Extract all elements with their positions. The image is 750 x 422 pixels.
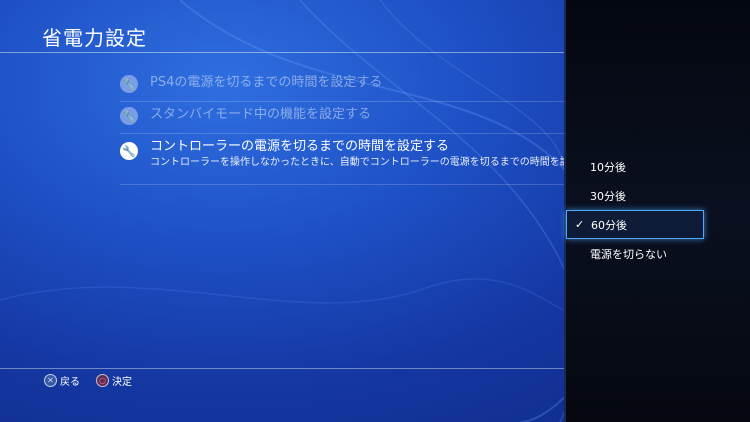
menu-item-description: コントローラーを操作しなかったときに、自動でコントローラーの電源を切るまでの時間… <box>150 157 600 168</box>
menu-item-label: コントローラーの電源を切るまでの時間を設定する <box>150 139 450 154</box>
options-panel: 10分後 30分後 ✓ 60分後 電源を切らない <box>564 0 750 422</box>
menu-item-ps4-power-off-time[interactable]: 🔧 PS4の電源を切るまでの時間を設定する <box>120 70 564 102</box>
confirm-hint[interactable]: ○ 決定 <box>96 373 132 388</box>
options-list: 10分後 30分後 ✓ 60分後 電源を切らない <box>564 152 750 268</box>
back-label: 戻る <box>60 377 80 388</box>
checkmark-icon: ✓ <box>575 218 585 231</box>
confirm-label: 決定 <box>112 377 132 388</box>
option-30-min[interactable]: 30分後 <box>564 181 750 210</box>
option-60-min[interactable]: ✓ 60分後 <box>566 210 704 239</box>
button-guide: ✕ 戻る ○ 決定 <box>44 373 148 388</box>
wrench-icon: 🔧 <box>120 75 138 93</box>
header-divider <box>0 52 564 53</box>
cross-button-icon: ✕ <box>44 374 57 387</box>
option-never[interactable]: 電源を切らない <box>564 239 750 268</box>
option-10-min[interactable]: 10分後 <box>564 152 750 181</box>
page-title: 省電力設定 <box>42 26 147 50</box>
wrench-icon: 🔧 <box>120 107 138 125</box>
option-label: 10分後 <box>590 160 626 174</box>
back-hint[interactable]: ✕ 戻る <box>44 373 80 388</box>
option-label: 30分後 <box>590 189 626 203</box>
footer-divider <box>0 368 564 369</box>
menu-item-label: PS4の電源を切るまでの時間を設定する <box>150 75 383 90</box>
wrench-icon: 🔧 <box>120 142 138 160</box>
settings-menu: 🔧 PS4の電源を切るまでの時間を設定する 🔧 スタンバイモード中の機能を設定す… <box>120 70 600 185</box>
circle-button-icon: ○ <box>96 374 109 387</box>
menu-item-controller-power-off-time[interactable]: 🔧 コントローラーの電源を切るまでの時間を設定する コントローラーを操作しなかっ… <box>120 134 600 185</box>
option-label: 60分後 <box>591 218 627 232</box>
menu-item-standby-features[interactable]: 🔧 スタンバイモード中の機能を設定する <box>120 102 564 134</box>
menu-item-label: スタンバイモード中の機能を設定する <box>150 107 372 122</box>
option-label: 電源を切らない <box>590 247 667 261</box>
